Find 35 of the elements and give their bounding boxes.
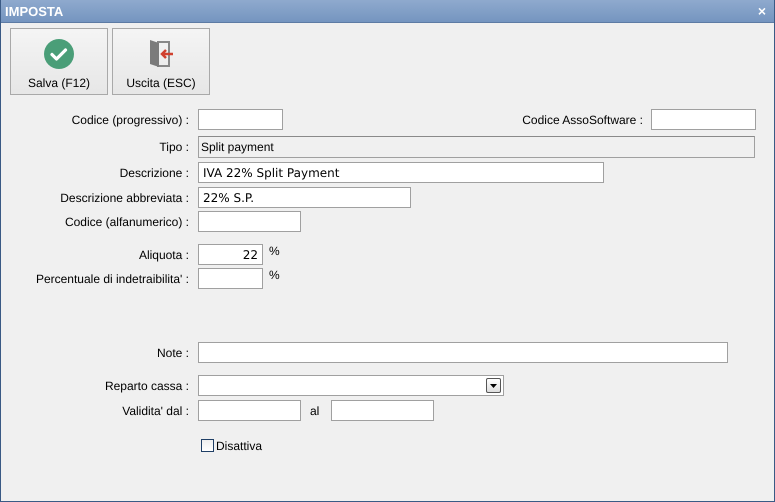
- field-label: Aliquota :: [138, 248, 189, 262]
- field-label: Codice (alfanumerico) :: [64, 214, 189, 228]
- dropdown-field[interactable]: [198, 375, 504, 396]
- input-field[interactable]: [198, 400, 301, 421]
- field-label: Descrizione abbreviata :: [59, 190, 189, 204]
- window-title: IMPOSTA: [5, 4, 64, 18]
- input-field[interactable]: 22: [198, 244, 263, 265]
- field-label: al: [310, 404, 320, 418]
- field-label: Tipo :: [158, 140, 189, 154]
- input-field[interactable]: [331, 400, 434, 421]
- unit-label: %: [269, 268, 280, 282]
- field-label: Percentuale di indetraibilita' :: [34, 272, 189, 286]
- field-label: Descrizione :: [118, 166, 189, 180]
- exit-button[interactable]: Uscita (ESC): [112, 28, 210, 95]
- save-button[interactable]: Salva (F12): [10, 28, 108, 95]
- input-field[interactable]: [651, 109, 756, 130]
- checkbox-label: Disattiva: [216, 438, 262, 452]
- field-label: Codice (progressivo) :: [70, 112, 189, 126]
- readonly-field: Split payment: [198, 136, 755, 158]
- caret-icon: [490, 384, 497, 388]
- input-field[interactable]: 22% S.P.: [198, 187, 411, 208]
- field-label: Reparto cassa :: [104, 378, 189, 392]
- input-field[interactable]: [198, 342, 728, 363]
- input-field[interactable]: [198, 268, 263, 289]
- field-label: Note :: [156, 346, 189, 360]
- door-exit-icon: [147, 39, 175, 69]
- input-field[interactable]: IVA 22% Split Payment: [198, 162, 604, 183]
- unit-label: %: [269, 244, 280, 258]
- field-label: Codice AssoSoftware :: [522, 112, 643, 126]
- input-field[interactable]: [198, 211, 301, 232]
- checkbox[interactable]: [201, 439, 214, 452]
- dropdown-button[interactable]: [486, 378, 501, 393]
- field-label: Validita' dal :: [121, 404, 189, 418]
- input-field[interactable]: [198, 109, 283, 130]
- checkmark-icon: [44, 39, 74, 69]
